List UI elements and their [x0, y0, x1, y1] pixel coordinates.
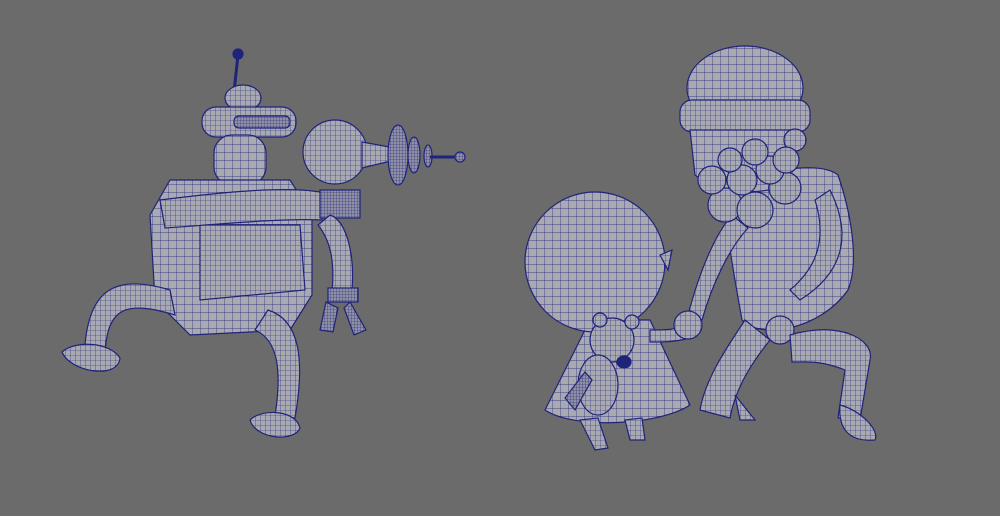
3d-viewport[interactable]: [0, 0, 1000, 516]
man-boot-left: [734, 394, 757, 421]
robot-claw: [319, 301, 367, 336]
robot-visor-slot: [233, 115, 291, 129]
robot-antenna-tip: [232, 48, 244, 60]
robot-left-foot: [61, 343, 121, 372]
raygun-tip: [454, 151, 466, 163]
child-head: [524, 191, 666, 333]
man-hand-left: [673, 310, 703, 340]
child-leg-right: [624, 417, 646, 441]
teddy-ear-right: [624, 314, 640, 330]
man-model[interactable]: [673, 45, 877, 441]
robot-model[interactable]: [61, 48, 466, 438]
robot-neck: [213, 134, 267, 186]
wireframe-scene: [61, 45, 877, 451]
man-leg-kneeling: [699, 319, 771, 419]
child-model[interactable]: [524, 191, 691, 451]
raygun-bulb: [302, 119, 368, 185]
robot-left-leg: [84, 283, 176, 353]
man-leg-bent: [789, 329, 871, 421]
teddy-bow: [616, 355, 632, 369]
raygun-dish-2: [407, 136, 421, 174]
robot-body-panel: [199, 224, 306, 301]
raygun-dish-1: [387, 124, 409, 186]
robot-wrist-joint: [319, 189, 361, 219]
robot-claw-joint: [327, 287, 359, 303]
teddy-ear-left: [592, 312, 608, 328]
man-beanie-cuff: [679, 99, 811, 133]
robot-lower-arm: [317, 214, 354, 293]
